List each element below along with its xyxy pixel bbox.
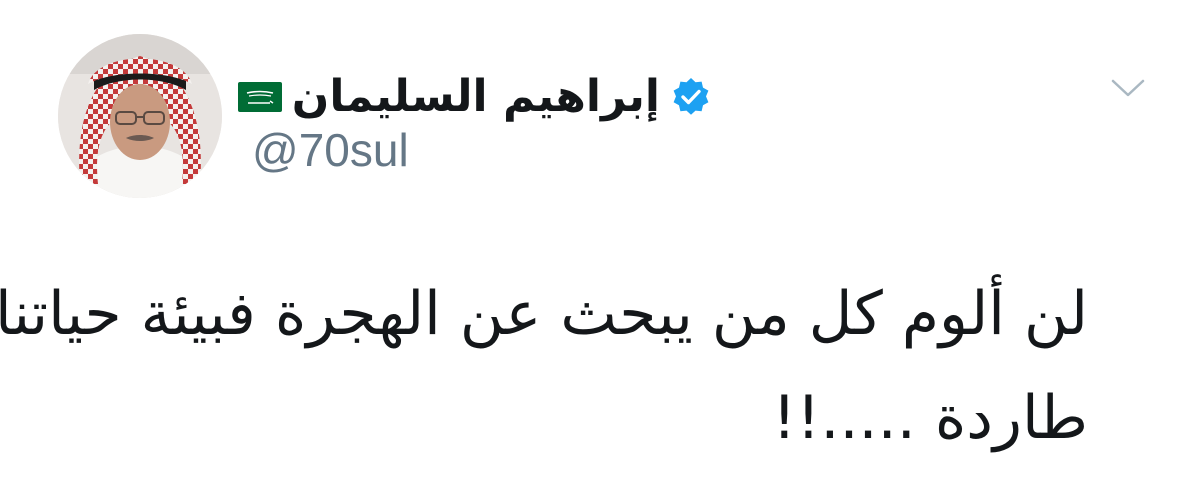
tweet-text-line: لن ألوم كل من يبحث عن الهجرة فبيئة حياتن… — [0, 279, 1088, 349]
tweet-card: إبراهيم السليمان @70sul لن ألوم كل من يب… — [0, 0, 1200, 491]
tweet-text-line: طاردة .....!! — [772, 383, 1088, 453]
author-handle[interactable]: @70sul — [252, 122, 409, 178]
tweet-text: لن ألوم كل من يبحث عن الهجرة فبيئة حياتن… — [0, 262, 1088, 470]
tweet-menu-chevron[interactable] — [1108, 70, 1148, 106]
chevron-down-icon — [1111, 79, 1145, 97]
avatar[interactable] — [58, 34, 222, 198]
saudi-arabia-flag-icon — [237, 82, 282, 112]
verified-badge-icon — [670, 76, 712, 118]
author-display-name[interactable]: إبراهيم السليمان — [292, 67, 660, 127]
avatar-image — [58, 34, 222, 198]
